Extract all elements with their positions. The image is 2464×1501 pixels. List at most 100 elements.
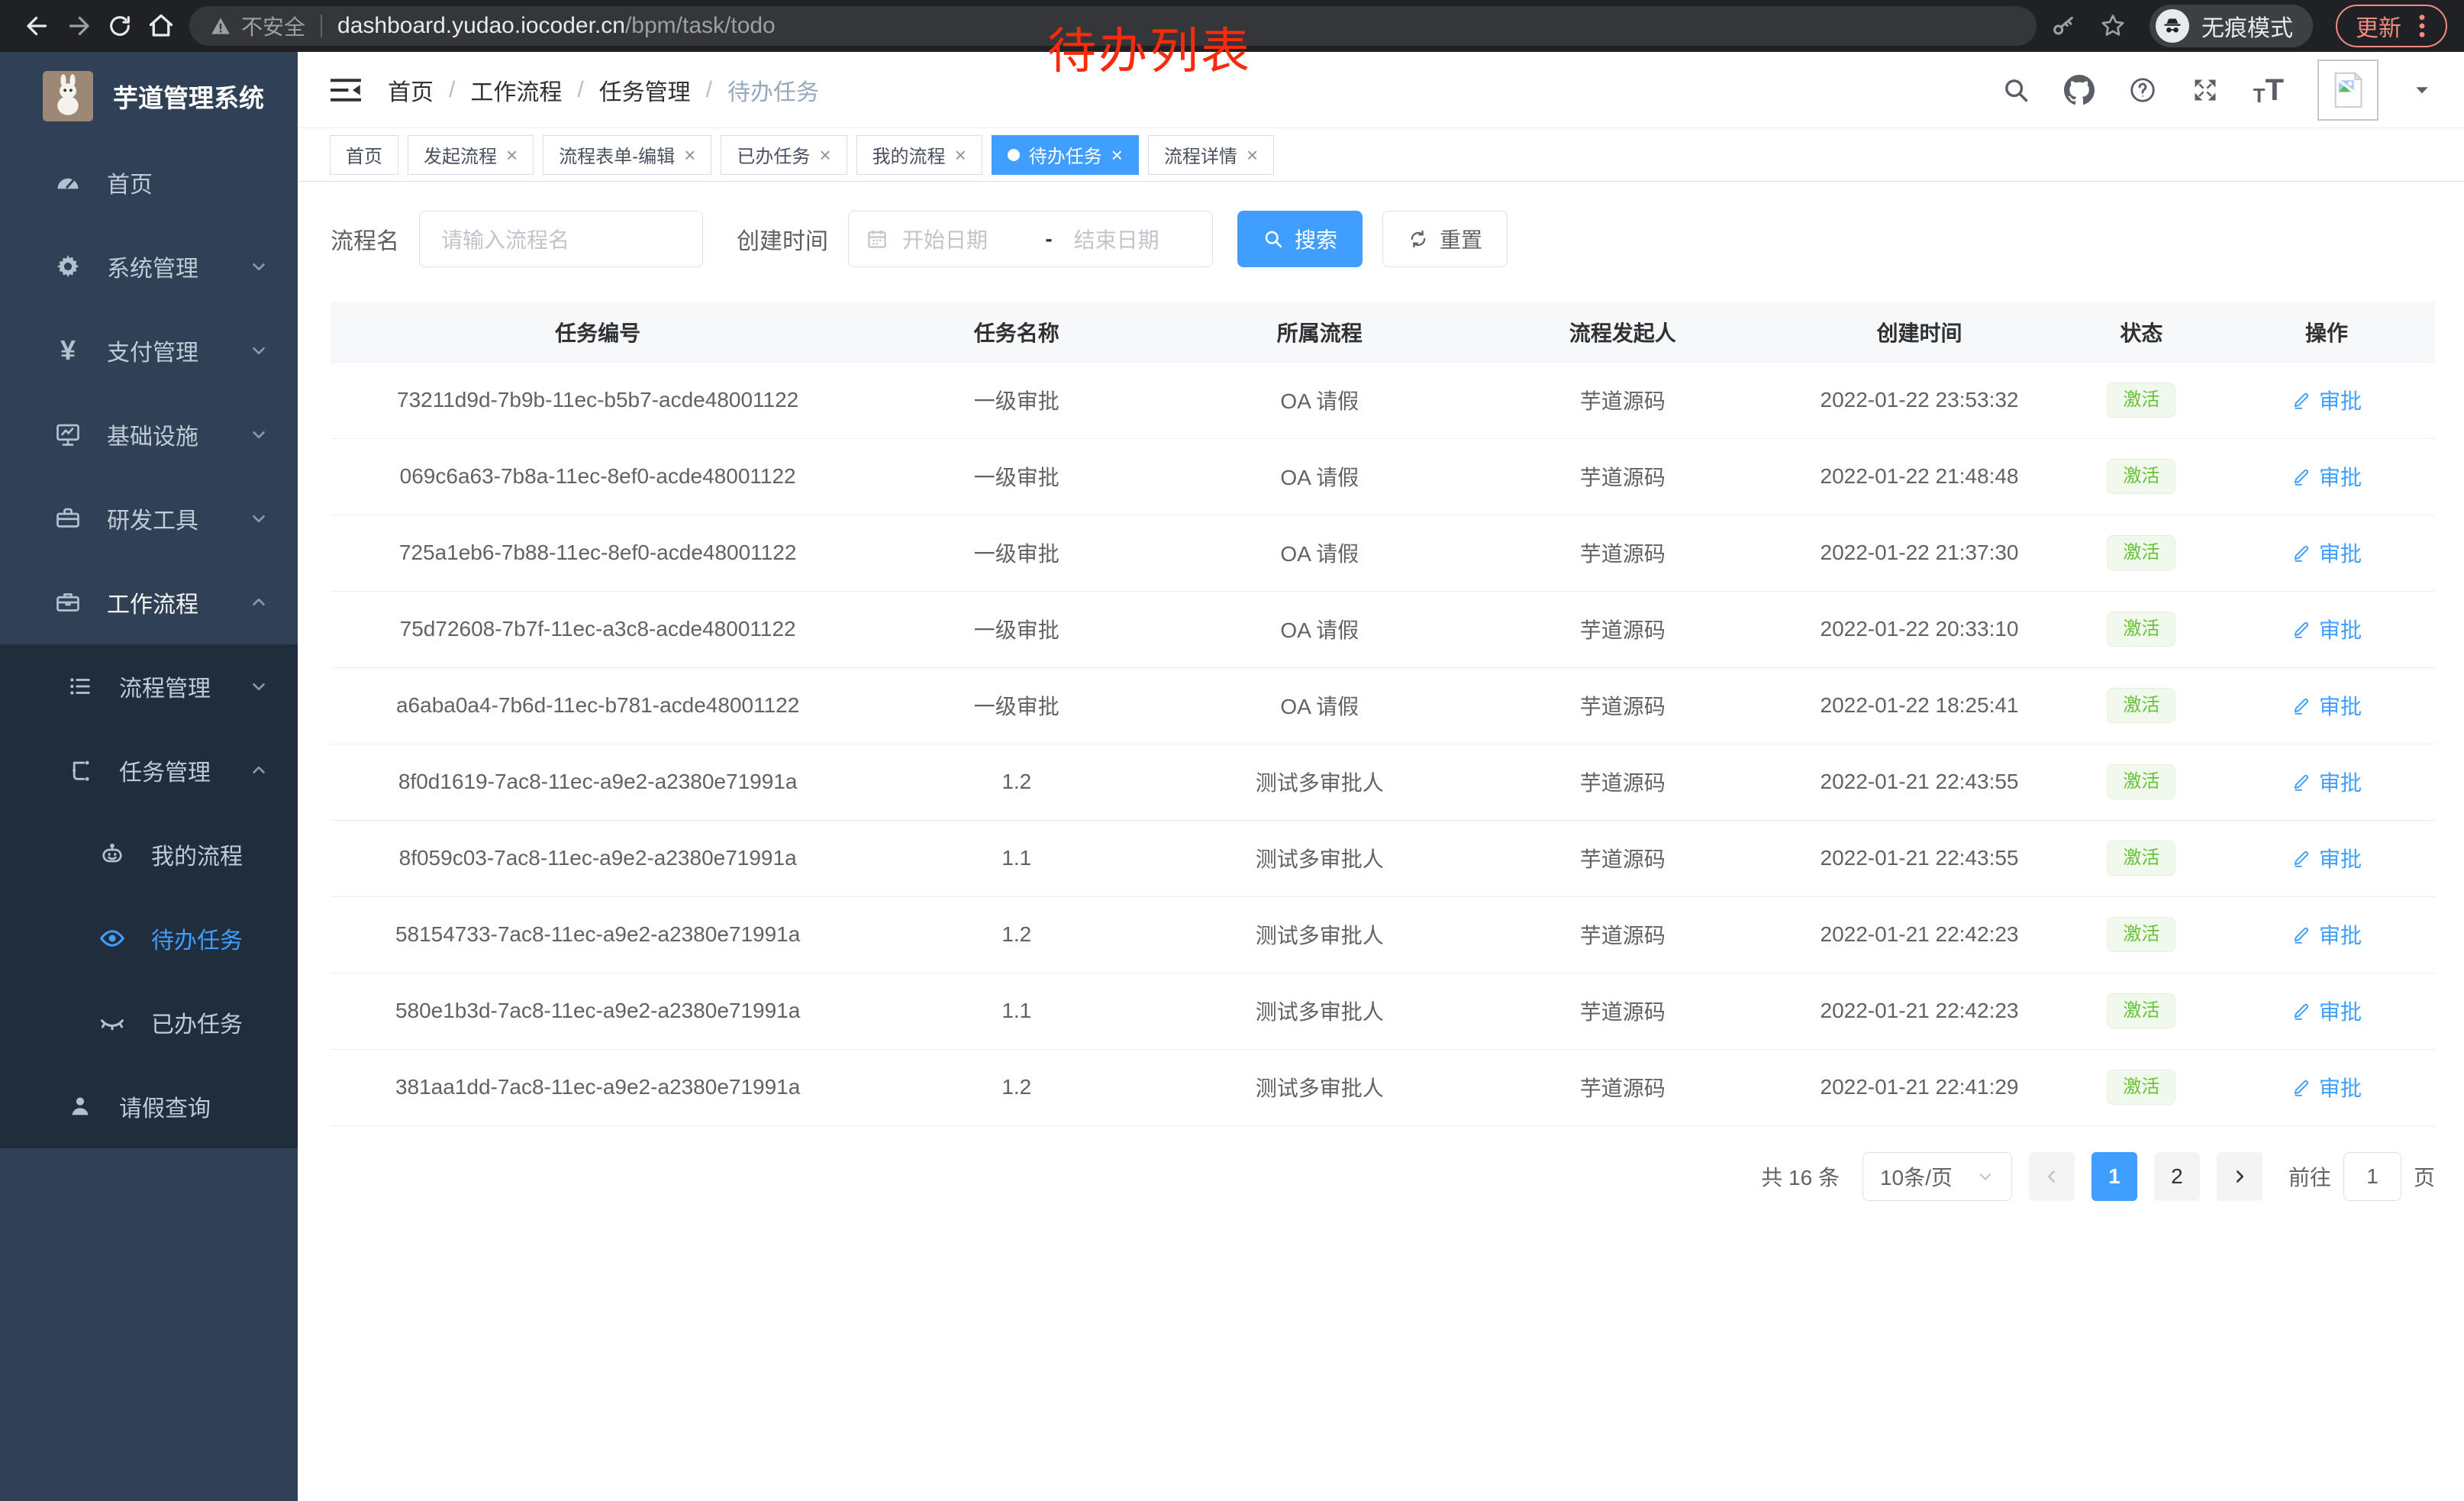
browser-back-button[interactable] — [17, 5, 58, 47]
cell-process: 测试多审批人 — [1168, 744, 1471, 820]
search-button-label: 搜索 — [1295, 224, 1337, 254]
tab-process-form-edit[interactable]: 流程表单-编辑 × — [543, 135, 711, 175]
breadcrumb: 首页 / 工作流程 / 任务管理 / 待办任务 — [388, 73, 819, 107]
cell-process: 测试多审批人 — [1168, 896, 1471, 973]
bookmark-star-icon[interactable] — [2099, 12, 2127, 40]
close-icon[interactable]: × — [1111, 145, 1123, 165]
approve-link[interactable]: 审批 — [2291, 767, 2362, 797]
cell-process: OA 请假 — [1168, 438, 1471, 515]
cell-task-id: 580e1b3d-7ac8-11ec-a9e2-a2380e71991a — [331, 973, 865, 1049]
col-task-id: 任务编号 — [331, 302, 865, 362]
close-icon[interactable]: × — [819, 145, 830, 165]
github-icon[interactable] — [2064, 75, 2095, 105]
security-status[interactable]: 不安全 — [209, 11, 305, 41]
close-icon[interactable]: × — [506, 145, 518, 165]
close-icon[interactable]: × — [1247, 145, 1258, 165]
pencil-icon — [2291, 543, 2311, 563]
sidebar-item-my-process[interactable]: 我的流程 — [0, 812, 298, 896]
table-header: 任务编号 任务名称 所属流程 流程发起人 创建时间 状态 操作 — [331, 302, 2435, 362]
tab-label: 流程详情 — [1164, 141, 1237, 168]
goto-page-input[interactable]: 1 — [2343, 1152, 2401, 1201]
page-button-2[interactable]: 2 — [2154, 1152, 2200, 1201]
page-size-select[interactable]: 10条/页 — [1863, 1152, 2012, 1201]
tab-home[interactable]: 首页 — [330, 135, 398, 175]
table-row: 580e1b3d-7ac8-11ec-a9e2-a2380e71991a 1.1… — [331, 973, 2435, 1049]
sidebar-item-payment[interactable]: ¥ 支付管理 — [0, 308, 298, 392]
prev-page-button[interactable] — [2029, 1152, 2075, 1201]
workflow-submenu: 流程管理 任务管理 — [0, 644, 298, 1148]
tab-label: 发起流程 — [424, 141, 497, 168]
search-icon[interactable] — [2001, 76, 2030, 105]
sidebar-item-dev-tools[interactable]: 研发工具 — [0, 476, 298, 560]
browser-reload-button[interactable] — [99, 5, 140, 47]
person-icon — [66, 1093, 95, 1119]
sidebar-item-done-tasks[interactable]: 已办任务 — [0, 980, 298, 1064]
logo-row[interactable]: 芋道管理系统 — [0, 52, 298, 140]
status-badge: 激活 — [2107, 383, 2175, 418]
approve-link[interactable]: 审批 — [2291, 385, 2362, 415]
sidebar-collapse-icon[interactable] — [330, 76, 362, 105]
cell-initiator: 芋道源码 — [1471, 591, 1774, 667]
approve-link[interactable]: 审批 — [2291, 919, 2362, 950]
breadcrumb-workflow[interactable]: 工作流程 — [470, 73, 562, 107]
sidebar-item-home[interactable]: 首页 — [0, 140, 298, 224]
url-path: /bpm/task/todo — [625, 13, 776, 38]
approve-link[interactable]: 审批 — [2291, 690, 2362, 721]
incognito-badge[interactable]: 无痕模式 — [2150, 5, 2313, 47]
approve-link[interactable]: 审批 — [2291, 537, 2362, 568]
status-badge: 激活 — [2107, 459, 2175, 495]
reset-button[interactable]: 重置 — [1382, 211, 1508, 267]
approve-link[interactable]: 审批 — [2291, 461, 2362, 492]
table-row: 069c6a63-7b8a-11ec-8ef0-acde48001122 一级审… — [331, 438, 2435, 515]
tree-icon — [66, 757, 95, 783]
avatar-caret-icon[interactable] — [2412, 80, 2432, 100]
browser-home-button[interactable] — [140, 5, 182, 47]
toolbox-icon — [53, 505, 82, 532]
next-page-button[interactable] — [2217, 1152, 2262, 1201]
sidebar-item-workflow[interactable]: 工作流程 — [0, 560, 298, 644]
cell-process: OA 请假 — [1168, 591, 1471, 667]
date-range-picker[interactable]: 开始日期 - 结束日期 — [848, 211, 1213, 267]
process-name-input[interactable]: 请输入流程名 — [419, 211, 703, 267]
breadcrumb-home[interactable]: 首页 — [388, 73, 434, 107]
chevron-down-icon — [1976, 1167, 1995, 1186]
browser-update-button[interactable]: 更新 — [2336, 5, 2447, 47]
sidebar-item-todo-tasks[interactable]: 待办任务 — [0, 896, 298, 980]
status-badge: 激活 — [2107, 535, 2175, 571]
cell-process: OA 请假 — [1168, 362, 1471, 438]
help-icon[interactable] — [2128, 76, 2157, 105]
close-icon[interactable]: × — [955, 145, 966, 165]
tab-done-tasks[interactable]: 已办任务 × — [721, 135, 847, 175]
approve-link[interactable]: 审批 — [2291, 996, 2362, 1026]
col-created: 创建时间 — [1774, 302, 2064, 362]
page-button-1[interactable]: 1 — [2091, 1152, 2137, 1201]
sidebar-item-leave-query[interactable]: 请假查询 — [0, 1064, 298, 1148]
sidebar-item-system[interactable]: 系统管理 — [0, 224, 298, 308]
cell-created: 2022-01-22 18:25:41 — [1774, 667, 2064, 744]
sidebar-item-process-mgmt[interactable]: 流程管理 — [0, 644, 298, 728]
browser-forward-button[interactable] — [58, 5, 99, 47]
tab-my-process[interactable]: 我的流程 × — [856, 135, 982, 175]
approve-link[interactable]: 审批 — [2291, 1072, 2362, 1102]
close-icon[interactable]: × — [684, 145, 695, 165]
breadcrumb-task-mgmt[interactable]: 任务管理 — [599, 73, 691, 107]
font-size-icon[interactable]: TT — [2253, 75, 2284, 105]
start-date-placeholder: 开始日期 — [902, 224, 1024, 254]
password-key-icon[interactable] — [2050, 13, 2076, 39]
avatar[interactable] — [2317, 60, 2379, 121]
cell-task-name: 1.1 — [865, 973, 1168, 1049]
fullscreen-icon[interactable] — [2191, 76, 2220, 105]
tab-todo-tasks[interactable]: 待办任务 × — [992, 135, 1139, 175]
sidebar-item-task-mgmt[interactable]: 任务管理 — [0, 728, 298, 812]
main-area: 首页 / 工作流程 / 任务管理 / 待办任务 — [298, 52, 2464, 1501]
approve-link[interactable]: 审批 — [2291, 843, 2362, 873]
tab-process-detail[interactable]: 流程详情 × — [1148, 135, 1274, 175]
table-row: 8f0d1619-7ac8-11ec-a9e2-a2380e71991a 1.2… — [331, 744, 2435, 820]
status-badge: 激活 — [2107, 1070, 2175, 1106]
approve-link[interactable]: 审批 — [2291, 614, 2362, 644]
search-button[interactable]: 搜索 — [1237, 211, 1363, 267]
tab-start-process[interactable]: 发起流程 × — [408, 135, 534, 175]
sidebar-item-infrastructure[interactable]: 基础设施 — [0, 392, 298, 476]
browser-right-controls: 无痕模式 更新 — [2050, 5, 2447, 47]
chevron-down-icon — [249, 676, 269, 696]
